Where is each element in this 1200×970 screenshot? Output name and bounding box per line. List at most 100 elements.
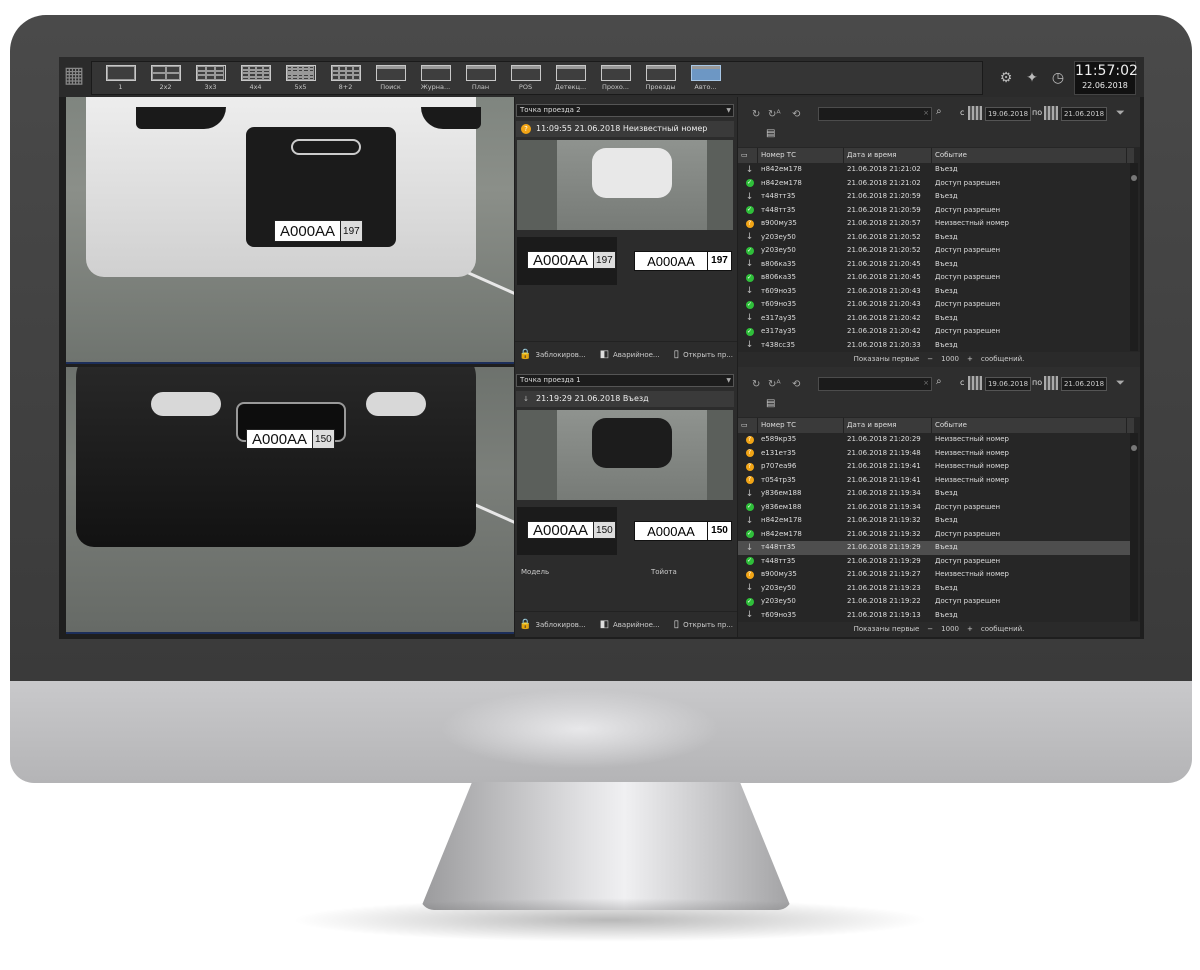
footer-minus[interactable]: − — [927, 625, 933, 633]
table-row[interactable]: ? р707еа96 21.06.2018 21:19:41 Неизвестный … — [738, 460, 1130, 474]
table-row[interactable]: ✓ в806ка35 21.06.2018 21:20:45 Доступ разре… — [738, 271, 1130, 285]
column-header[interactable]: Дата и время — [844, 418, 932, 433]
footer-plus[interactable]: + — [967, 625, 973, 633]
open-barrier-button[interactable]: ▯ Открыть пр... — [674, 349, 733, 360]
table-row[interactable]: ? в900му35 21.06.2018 21:19:27 Неизвестный … — [738, 568, 1130, 582]
column-header[interactable]: Дата и время — [844, 148, 932, 163]
table-row[interactable]: ✓ е317ау35 21.06.2018 21:20:42 Доступ разре… — [738, 325, 1130, 339]
clear-search-icon[interactable]: × — [923, 379, 929, 387]
clear-icon[interactable]: ⟲ — [792, 109, 800, 120]
table-row[interactable]: ↓ у203еу50 21.06.2018 21:20:52 Въезд — [738, 231, 1130, 245]
layout-button-6[interactable]: Поиск — [368, 62, 413, 94]
layout-button-13[interactable]: Авто... — [683, 62, 728, 94]
filter-icon[interactable]: ⏷ — [1116, 106, 1125, 120]
table-row[interactable]: ? т054тр35 21.06.2018 21:19:41 Неизвестный … — [738, 474, 1130, 488]
export-icon[interactable]: ▤ — [766, 128, 775, 139]
open-barrier-button[interactable]: ▯ Открыть пр... — [674, 619, 733, 630]
column-header[interactable]: Номер ТС — [758, 148, 844, 163]
table-row[interactable]: ? е131ет35 21.06.2018 21:19:48 Неизвестный … — [738, 447, 1130, 461]
table-row[interactable]: ↓ т448тт35 21.06.2018 21:19:29 Въезд — [738, 541, 1130, 555]
scrollbar[interactable] — [1130, 163, 1138, 351]
calendar-icon[interactable] — [968, 376, 982, 390]
layout-button-1[interactable]: 2x2 — [143, 62, 188, 94]
pass-point-select[interactable]: Точка проезда 2 ▼ — [516, 104, 734, 117]
calendar-icon[interactable] — [968, 106, 982, 120]
table-row[interactable]: ? в900му35 21.06.2018 21:20:57 Неизвестный … — [738, 217, 1130, 231]
layout-button-12[interactable]: Проезды — [638, 62, 683, 94]
refresh-auto-icon[interactable]: ↻ᴬ — [768, 379, 781, 390]
layout-button-5[interactable]: 8+2 — [323, 62, 368, 94]
date-from-input[interactable]: 19.06.2018 — [985, 377, 1031, 391]
layout-button-0[interactable]: 1 — [98, 62, 143, 94]
clock-icon[interactable]: ◷ — [1048, 68, 1068, 88]
pass-point-select[interactable]: Точка проезда 1 ▼ — [516, 374, 734, 387]
table-row[interactable]: ↓ у836ем188 21.06.2018 21:19:34 Въезд — [738, 487, 1130, 501]
emergency-button[interactable]: ◧ Аварийное... — [600, 349, 660, 360]
refresh-icon[interactable]: ↻ — [752, 379, 760, 390]
column-header[interactable]: Событие — [932, 148, 1127, 163]
table-row[interactable]: ✓ н842ем178 21.06.2018 21:19:32 Доступ разр… — [738, 528, 1130, 542]
table-row[interactable]: ↓ н842ем178 21.06.2018 21:21:02 Въезд — [738, 163, 1130, 177]
vehicle-snapshot[interactable] — [517, 140, 733, 230]
footer-plus[interactable]: + — [967, 355, 973, 363]
export-icon[interactable]: ▤ — [766, 398, 775, 409]
emergency-button[interactable]: ◧ Аварийное... — [600, 619, 660, 630]
table-row[interactable]: ↓ н842ем178 21.06.2018 21:19:32 Въезд — [738, 514, 1130, 528]
camera-view-1[interactable]: А000АА 197 — [66, 97, 514, 364]
layout-button-11[interactable]: Прохо... — [593, 62, 638, 94]
layout-button-3[interactable]: 4x4 — [233, 62, 278, 94]
date-to-input[interactable]: 21.06.2018 — [1061, 377, 1107, 391]
table-row[interactable]: ✓ т609но35 21.06.2018 21:20:43 Доступ разре… — [738, 298, 1130, 312]
column-header[interactable]: Номер ТС — [758, 418, 844, 433]
table-row[interactable]: ↓ т609но35 21.06.2018 21:20:43 Въезд — [738, 285, 1130, 299]
table-row[interactable]: ↓ е317ау35 21.06.2018 21:20:42 Въезд — [738, 312, 1130, 326]
table-row[interactable]: ✓ у203еу50 21.06.2018 21:20:52 Доступ разре… — [738, 244, 1130, 258]
search-icon[interactable]: ⌕ — [936, 106, 942, 117]
clear-icon[interactable]: ⟲ — [792, 379, 800, 390]
calendar-icon[interactable] — [1044, 106, 1058, 120]
row-time: 21.06.2018 21:20:59 — [847, 192, 921, 200]
app-logo-icon[interactable]: ▦ — [63, 62, 85, 90]
table-row[interactable]: ✓ у836ем188 21.06.2018 21:19:34 Доступ разр… — [738, 501, 1130, 515]
date-to-input[interactable]: 21.06.2018 — [1061, 107, 1107, 121]
table-row[interactable]: ↓ т609но35 21.06.2018 21:19:13 Въезд — [738, 609, 1130, 622]
layout-button-4[interactable]: 5x5 — [278, 62, 323, 94]
table-row[interactable]: ↓ т438сс35 21.06.2018 21:20:33 Въезд — [738, 339, 1130, 352]
camera-view-2[interactable]: А000АА 150 — [66, 367, 514, 634]
film-reel-icon[interactable]: ⚙ — [996, 68, 1016, 88]
table-row[interactable]: ✓ н842ем178 21.06.2018 21:21:02 Доступ разр… — [738, 177, 1130, 191]
filter-icon[interactable]: ⏷ — [1116, 376, 1125, 390]
block-button[interactable]: 🔒 Заблокиров... — [519, 619, 586, 630]
meta-label: Модель — [521, 568, 550, 576]
search-icon[interactable]: ⌕ — [936, 376, 942, 387]
table-row[interactable]: ? е589кр35 21.06.2018 21:20:29 Неизвестный … — [738, 433, 1130, 447]
vehicle-snapshot[interactable] — [517, 410, 733, 500]
table-row[interactable]: ✓ т448тт35 21.06.2018 21:20:59 Доступ разре… — [738, 204, 1130, 218]
clear-search-icon[interactable]: × — [923, 109, 929, 117]
table-row[interactable]: ✓ т448тт35 21.06.2018 21:19:29 Доступ разре… — [738, 555, 1130, 569]
scrollbar[interactable] — [1130, 433, 1138, 621]
refresh-auto-icon[interactable]: ↻ᴬ — [768, 109, 781, 120]
table-row[interactable]: ↓ у203еу50 21.06.2018 21:19:23 Въезд — [738, 582, 1130, 596]
layout-button-9[interactable]: POS — [503, 62, 548, 94]
layout-button-8[interactable]: План — [458, 62, 503, 94]
layout-button-10[interactable]: Детекц... — [548, 62, 593, 94]
scroll-thumb[interactable] — [1131, 175, 1137, 181]
footer-minus[interactable]: − — [927, 355, 933, 363]
search-input[interactable]: × — [818, 107, 932, 121]
scroll-thumb[interactable] — [1131, 445, 1137, 451]
block-button[interactable]: 🔒 Заблокиров... — [519, 349, 586, 360]
column-header[interactable]: Событие — [932, 418, 1127, 433]
table-row[interactable]: ✓ у203еу50 21.06.2018 21:19:22 Доступ разре… — [738, 595, 1130, 609]
refresh-icon[interactable]: ↻ — [752, 109, 760, 120]
network-icon[interactable]: ✦ — [1022, 68, 1042, 88]
search-input[interactable]: × — [818, 377, 932, 391]
table-row[interactable]: ↓ в806ка35 21.06.2018 21:20:45 Въезд — [738, 258, 1130, 272]
footer-count: 1000 — [941, 355, 959, 363]
layout-button-7[interactable]: Журна... — [413, 62, 458, 94]
date-from-input[interactable]: 19.06.2018 — [985, 107, 1031, 121]
calendar-icon[interactable] — [1044, 376, 1058, 390]
table-row[interactable]: ↓ т448тт35 21.06.2018 21:20:59 Въезд — [738, 190, 1130, 204]
row-plate: в900му35 — [761, 570, 797, 578]
layout-button-2[interactable]: 3x3 — [188, 62, 233, 94]
